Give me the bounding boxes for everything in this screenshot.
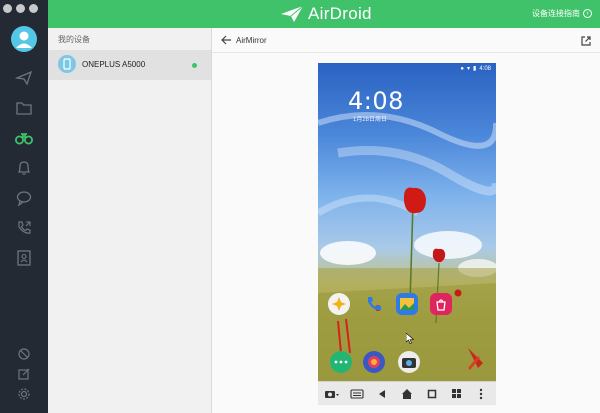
- phone-control-bar: [318, 381, 496, 405]
- device-item[interactable]: ONEPLUS A5000: [48, 50, 211, 80]
- app-icon-photos[interactable]: [328, 293, 350, 315]
- device-name: ONEPLUS A5000: [82, 60, 146, 69]
- status-time: 4:08: [479, 65, 491, 72]
- home-button-icon[interactable]: [398, 385, 416, 403]
- left-rail: [0, 0, 48, 413]
- arrow-right-icon: ›: [583, 9, 592, 18]
- chat-icon[interactable]: [14, 188, 34, 208]
- lock-clock: 4:08: [348, 87, 404, 115]
- wifi-icon: ▾: [466, 66, 470, 72]
- more-options-icon[interactable]: [472, 385, 490, 403]
- page-title: AirMirror: [236, 36, 267, 45]
- back-arrow-icon[interactable]: [220, 33, 232, 51]
- top-bar: AirDroid 设备连接指南 ›: [48, 0, 600, 28]
- phone-status-bar: ● ▾ ▮ 4:08: [318, 63, 496, 73]
- brand-logo: AirDroid: [280, 4, 372, 24]
- guide-label: 设备连接指南: [532, 9, 580, 18]
- device-list-title: 我的设备: [58, 35, 90, 44]
- edit-icon[interactable]: [14, 364, 34, 384]
- phone-icon: [58, 55, 76, 73]
- call-icon[interactable]: [14, 218, 34, 238]
- mirrored-phone[interactable]: ● ▾ ▮ 4:08 4:08 1月28日周日: [318, 63, 496, 405]
- folder-icon[interactable]: [14, 98, 34, 118]
- lock-date: 1月28日周日: [353, 117, 388, 123]
- contacts-icon[interactable]: [14, 248, 34, 268]
- bell-icon[interactable]: [14, 158, 34, 178]
- online-status-dot: [192, 63, 197, 68]
- back-button-icon[interactable]: [373, 385, 391, 403]
- phone-screen[interactable]: ● ▾ ▮ 4:08 4:08 1月28日周日: [318, 63, 496, 381]
- keyboard-icon[interactable]: [348, 385, 366, 403]
- window-controls: [3, 4, 38, 13]
- binoculars-icon[interactable]: [14, 128, 34, 148]
- avatar[interactable]: [11, 26, 37, 52]
- open-external-icon[interactable]: [580, 34, 592, 52]
- battery-icon: ▮: [473, 66, 477, 72]
- app-icon-folder[interactable]: [463, 351, 485, 373]
- main-header: AirMirror: [212, 28, 600, 53]
- app-icon-phone[interactable]: [363, 293, 385, 315]
- connection-guide-link[interactable]: 设备连接指南 ›: [532, 8, 592, 19]
- screenshot-camera-icon[interactable]: [323, 385, 341, 403]
- send-icon[interactable]: [14, 68, 34, 88]
- app-icon-camera[interactable]: [398, 351, 420, 373]
- app-dock: [318, 345, 496, 381]
- block-icon[interactable]: [14, 344, 34, 364]
- app-icon-gallery[interactable]: [396, 293, 418, 315]
- brand-name: AirDroid: [308, 4, 372, 23]
- close-window-button[interactable]: [3, 4, 12, 13]
- location-icon: ●: [460, 65, 464, 72]
- fullscreen-icon[interactable]: [448, 385, 466, 403]
- maximize-window-button[interactable]: [29, 4, 38, 13]
- app-icon-store[interactable]: [430, 293, 452, 315]
- paper-plane-logo-icon: [281, 5, 304, 22]
- app-icon-browser[interactable]: [363, 351, 385, 373]
- main-area: AirMirror ● ▾ ▮ 4:08 4:08 1月28日周日: [212, 28, 600, 413]
- app-drawer-icon[interactable]: [330, 351, 352, 373]
- recents-button-icon[interactable]: [423, 385, 441, 403]
- settings-icon[interactable]: [14, 384, 34, 404]
- minimize-window-button[interactable]: [16, 4, 25, 13]
- device-list-panel: 我的设备 ONEPLUS A5000: [48, 28, 212, 413]
